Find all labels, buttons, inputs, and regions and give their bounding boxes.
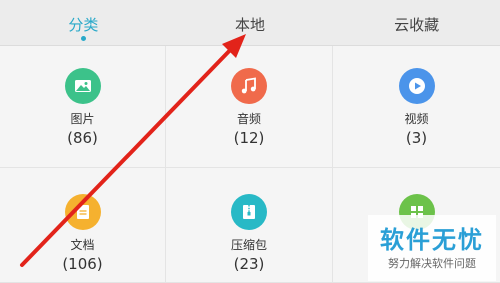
tab-category[interactable]: 分类 [0, 0, 167, 45]
category-documents[interactable]: 文档 (106) [0, 168, 166, 283]
category-count: (12) [233, 129, 265, 147]
active-tab-indicator [80, 36, 86, 41]
category-label: 图片 [70, 112, 95, 126]
tab-bar: 分类 本地 云收藏 [0, 0, 500, 46]
watermark-subtitle: 努力解决软件问题 [388, 257, 476, 270]
category-label: 视频 [404, 112, 429, 126]
tab-cloud-favorites[interactable]: 云收藏 [333, 0, 500, 45]
category-label: 文档 [70, 238, 95, 252]
tab-local[interactable]: 本地 [167, 0, 334, 45]
archive-icon [231, 194, 267, 230]
category-count: (23) [233, 255, 265, 273]
category-label: 压缩包 [230, 238, 267, 252]
category-images[interactable]: 图片 (86) [0, 46, 166, 168]
category-label: 音频 [236, 112, 261, 126]
file-manager-screen: 分类 本地 云收藏 图片 (86) 音频 (12) 视频 (3) 文档 (106… [0, 0, 500, 283]
category-count: (106) [62, 255, 103, 273]
document-icon [64, 194, 101, 230]
play-icon [398, 68, 435, 104]
category-video[interactable]: 视频 (3) [333, 46, 500, 168]
tab-label: 本地 [234, 16, 265, 34]
category-count: (86) [67, 129, 98, 147]
category-count: (3) [405, 129, 428, 147]
tab-label: 分类 [68, 16, 99, 34]
watermark: 软件无忧 努力解决软件问题 [368, 215, 496, 281]
category-audio[interactable]: 音频 (12) [166, 46, 333, 168]
watermark-title: 软件无忧 [380, 226, 484, 254]
tab-label: 云收藏 [394, 16, 440, 34]
category-archives[interactable]: 压缩包 (23) [166, 168, 333, 283]
image-icon [64, 68, 101, 104]
music-icon [231, 68, 267, 104]
